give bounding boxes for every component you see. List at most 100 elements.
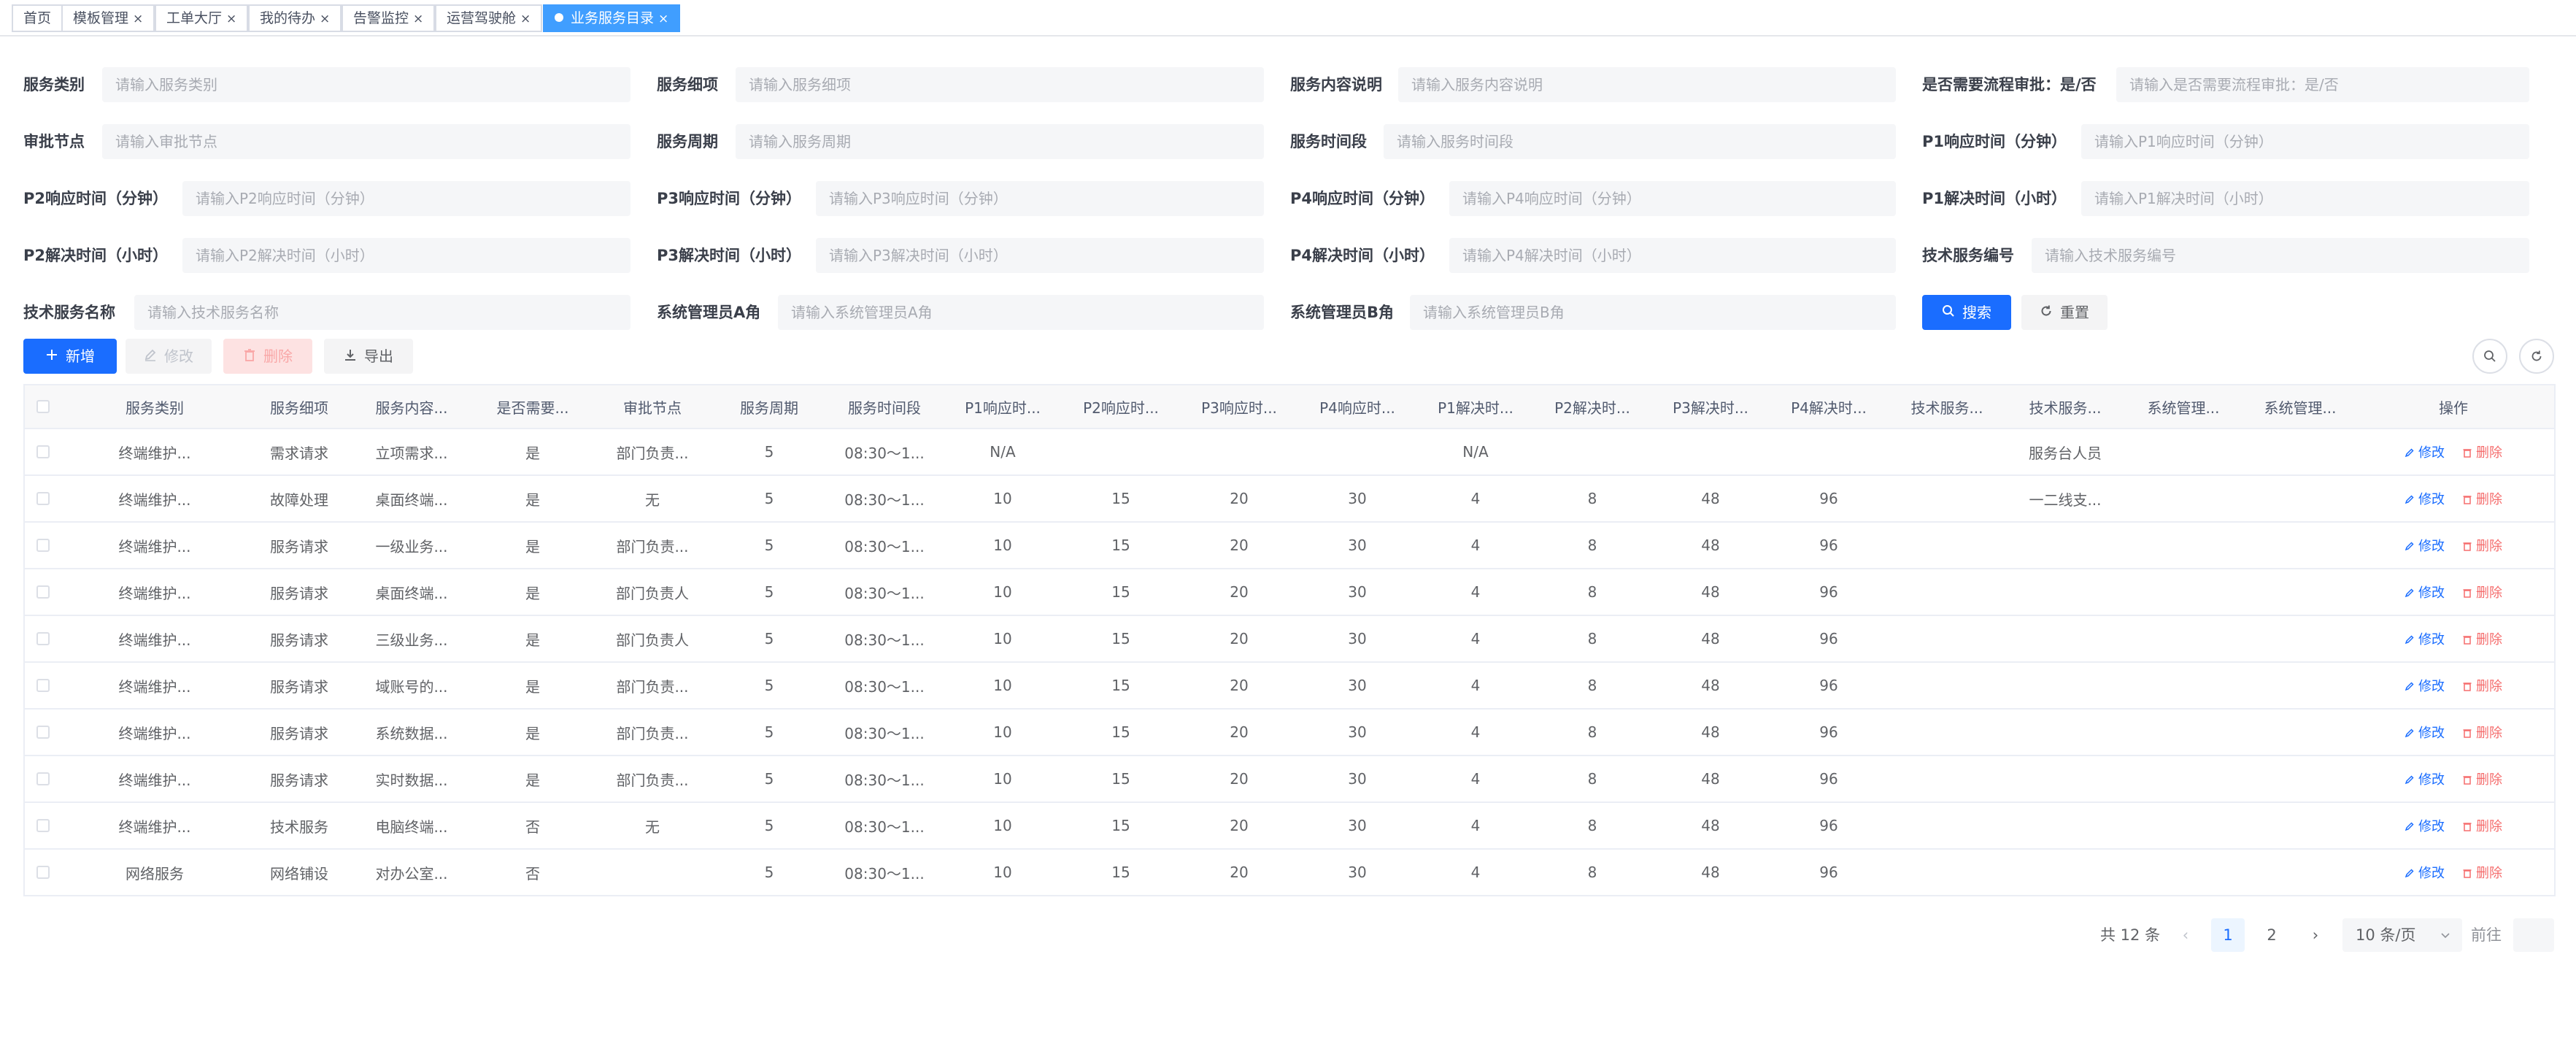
- export-button[interactable]: 导出: [324, 339, 413, 374]
- table-row[interactable]: 终端维护... 需求请求 立项需求... 是 部门负责... 5 08:30～1... N/A…: [25, 429, 2554, 476]
- tag-home[interactable]: 首页: [12, 4, 63, 32]
- table-row[interactable]: 终端维护... 服务请求 域账号的... 是 部门负责... 5 08:30～1... 10 1…: [25, 663, 2554, 710]
- p3-response-input[interactable]: [816, 181, 1264, 216]
- add-button[interactable]: 新增: [23, 339, 117, 374]
- row-checkbox[interactable]: [36, 726, 50, 739]
- row-edit-button[interactable]: 修改: [2405, 816, 2445, 835]
- tech-service-no-input[interactable]: [2032, 238, 2529, 273]
- p4-resolve-input[interactable]: [1449, 238, 1896, 273]
- row-edit-button[interactable]: 修改: [2405, 583, 2445, 601]
- row-checkbox[interactable]: [36, 445, 50, 458]
- edit-button[interactable]: 修改: [126, 339, 212, 374]
- row-checkbox[interactable]: [36, 772, 50, 785]
- table-row[interactable]: 终端维护... 服务请求 系统数据... 是 部门负责... 5 08:30～1... 10 1…: [25, 710, 2554, 756]
- row-delete-button[interactable]: 删除: [2462, 863, 2502, 882]
- row-checkbox[interactable]: [36, 819, 50, 832]
- approval-node-input[interactable]: [102, 124, 630, 159]
- table-cell: 30: [1348, 770, 1367, 788]
- table-cell: [1656, 429, 1765, 474]
- row-delete-button[interactable]: 删除: [2462, 769, 2502, 788]
- row-checkbox[interactable]: [36, 585, 50, 599]
- service-cycle-input[interactable]: [736, 124, 1264, 159]
- row-checkbox[interactable]: [36, 539, 50, 552]
- p2-response-input[interactable]: [182, 181, 630, 216]
- p1-response-input[interactable]: [2081, 124, 2529, 159]
- table-row[interactable]: 终端维护... 技术服务 电脑终端... 否 无 5 08:30～1... 10 15 20 30 4…: [25, 803, 2554, 850]
- field-label-p3-response: P3响应时间（分钟）: [657, 190, 802, 207]
- close-icon[interactable]: ×: [226, 7, 236, 31]
- row-delete-button[interactable]: 删除: [2462, 442, 2502, 461]
- tech-service-name-input[interactable]: [134, 295, 630, 330]
- row-edit-button[interactable]: 修改: [2405, 863, 2445, 882]
- tag-template-management[interactable]: 模板管理 ×: [61, 4, 155, 32]
- service-item-input[interactable]: [736, 67, 1264, 102]
- row-delete-button[interactable]: 删除: [2462, 676, 2502, 695]
- service-time-range-input[interactable]: [1384, 124, 1896, 159]
- table-cell: 15: [1111, 770, 1130, 788]
- search-button[interactable]: 搜索: [1922, 295, 2011, 330]
- toggle-search-button[interactable]: [2472, 339, 2507, 374]
- refresh-button[interactable]: [2519, 339, 2554, 374]
- jump-page-input[interactable]: [2513, 918, 2554, 952]
- table-row[interactable]: 终端维护... 故障处理 桌面终端... 是 无 5 08:30～1... 10 15 20 30 4…: [25, 476, 2554, 523]
- p4-response-input[interactable]: [1449, 181, 1896, 216]
- row-edit-button[interactable]: 修改: [2405, 676, 2445, 695]
- tag-business-service-catalog[interactable]: 业务服务目录 ×: [543, 4, 681, 32]
- approval-required-input[interactable]: [2116, 67, 2529, 102]
- p3-resolve-input[interactable]: [816, 238, 1264, 273]
- table-row[interactable]: 终端维护... 服务请求 三级业务... 是 部门负责人 5 08:30～1... 10 15 2…: [25, 616, 2554, 663]
- row-delete-button[interactable]: 删除: [2462, 489, 2502, 508]
- table-cell: [1892, 803, 2002, 848]
- service-content-input[interactable]: [1398, 67, 1896, 102]
- tag-my-todo[interactable]: 我的待办 ×: [248, 4, 342, 32]
- service-catalog-table: 服务类别 服务细项 服务内容... 是否需要... 审批节点 服务周期 服务时间段 P1响应时…: [23, 384, 2556, 896]
- row-delete-button[interactable]: 删除: [2462, 816, 2502, 835]
- tag-alarm-monitor[interactable]: 告警监控 ×: [342, 4, 436, 32]
- row-edit-button[interactable]: 修改: [2405, 629, 2445, 648]
- row-edit-button[interactable]: 修改: [2405, 769, 2445, 788]
- page-button-1[interactable]: 1: [2211, 918, 2245, 952]
- row-edit-button[interactable]: 修改: [2405, 489, 2445, 508]
- row-delete-button[interactable]: 删除: [2462, 536, 2502, 555]
- table-row[interactable]: 网络服务 网络铺设 对办公室... 否 5 08:30～1... 10 15 20 30 4 8 48 9…: [25, 850, 2554, 896]
- next-page-icon[interactable]: ›: [2299, 918, 2332, 952]
- p1-resolve-input[interactable]: [2081, 181, 2529, 216]
- row-delete-button[interactable]: 删除: [2462, 583, 2502, 601]
- p2-resolve-input[interactable]: [182, 238, 630, 273]
- close-icon[interactable]: ×: [520, 7, 531, 31]
- row-edit-button[interactable]: 修改: [2405, 536, 2445, 555]
- row-edit-button[interactable]: 修改: [2405, 442, 2445, 461]
- row-checkbox[interactable]: [36, 492, 50, 505]
- page-button-2[interactable]: 2: [2255, 918, 2288, 952]
- prev-page-icon[interactable]: ‹: [2169, 918, 2202, 952]
- row-delete-button[interactable]: 删除: [2462, 629, 2502, 648]
- table-cell: 对办公室...: [375, 864, 448, 883]
- close-icon[interactable]: ×: [413, 7, 423, 31]
- service-category-input[interactable]: [102, 67, 630, 102]
- table-cell: 桌面终端...: [375, 491, 448, 509]
- row-edit-label: 修改: [2418, 445, 2445, 461]
- sysadmin-b-input[interactable]: [1410, 295, 1896, 330]
- reset-button[interactable]: 重置: [2021, 295, 2108, 330]
- edit-icon: [2405, 445, 2418, 461]
- sysadmin-a-input[interactable]: [778, 295, 1264, 330]
- row-checkbox[interactable]: [36, 866, 50, 879]
- select-all-checkbox[interactable]: [36, 400, 50, 413]
- table-cell: 20: [1230, 770, 1249, 788]
- row-checkbox[interactable]: [36, 632, 50, 645]
- delete-button[interactable]: 删除: [223, 339, 312, 374]
- close-icon[interactable]: ×: [320, 7, 330, 31]
- table-row[interactable]: 终端维护... 服务请求 桌面终端... 是 部门负责人 5 08:30～1... 10 15 2…: [25, 569, 2554, 616]
- row-checkbox-cell: [32, 710, 54, 755]
- tag-operations-cockpit[interactable]: 运营驾驶舱 ×: [435, 4, 543, 32]
- close-icon[interactable]: ×: [133, 7, 143, 31]
- close-icon[interactable]: ×: [658, 7, 668, 31]
- tag-ticket-hall[interactable]: 工单大厅 ×: [155, 4, 249, 32]
- edit-icon: [2405, 679, 2418, 694]
- row-delete-button[interactable]: 删除: [2462, 723, 2502, 742]
- table-row[interactable]: 终端维护... 服务请求 一级业务... 是 部门负责... 5 08:30～1... 10 1…: [25, 523, 2554, 569]
- page-size-select[interactable]: 10 条/页: [2342, 918, 2462, 952]
- row-checkbox[interactable]: [36, 679, 50, 692]
- table-row[interactable]: 终端维护... 服务请求 实时数据... 是 部门负责... 5 08:30～1... 10 1…: [25, 756, 2554, 803]
- row-edit-button[interactable]: 修改: [2405, 723, 2445, 742]
